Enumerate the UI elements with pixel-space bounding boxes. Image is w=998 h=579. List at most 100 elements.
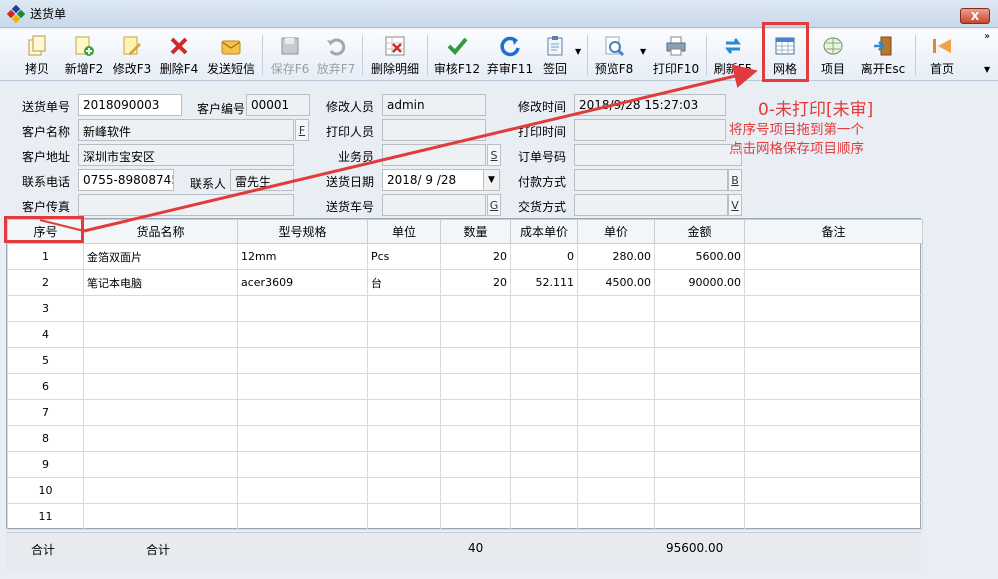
customer-name-field[interactable]: 新峰软件	[78, 119, 294, 141]
phone-field[interactable]: 0755-89808745	[78, 169, 174, 191]
table-row[interactable]: 1 金箔双面片 12mm Pcs 20 0 280.00 5600.00	[7, 243, 923, 270]
table-row[interactable]: 11	[7, 503, 923, 530]
col-header-product[interactable]: 货品名称	[83, 219, 238, 244]
print-time-field[interactable]	[574, 119, 726, 141]
modifier-field[interactable]: admin	[382, 94, 486, 116]
grid-cell[interactable]	[510, 399, 578, 426]
grid-cell[interactable]	[367, 295, 441, 322]
chevron-down-icon[interactable]: ▼	[984, 65, 990, 74]
grid-cell[interactable]	[237, 425, 368, 452]
salesman-lookup-button[interactable]: S	[487, 144, 501, 166]
grid-cell[interactable]	[83, 451, 238, 478]
vehicle-lookup-button[interactable]: G	[487, 194, 501, 216]
grid-cell[interactable]	[510, 347, 578, 374]
grid-cell[interactable]: 5	[7, 347, 84, 374]
col-header-model[interactable]: 型号规格	[237, 219, 368, 244]
table-row[interactable]: 10	[7, 477, 923, 504]
grid-cell[interactable]: 5600.00	[654, 243, 745, 270]
grid-cell[interactable]	[440, 321, 511, 348]
grid-cell[interactable]	[367, 347, 441, 374]
discard-button[interactable]: 放弃F7	[316, 31, 356, 79]
detail-grid[interactable]: 序号 货品名称 型号规格 单位 数量 成本单价 单价 金额 备注 1 金箔双面片 1…	[6, 218, 923, 530]
grid-cell[interactable]	[744, 503, 923, 530]
grid-cell[interactable]: 8	[7, 425, 84, 452]
grid-cell[interactable]	[237, 373, 368, 400]
payment-lookup-button[interactable]: B	[728, 169, 742, 191]
close-button[interactable]: X	[960, 8, 990, 24]
grid-cell[interactable]	[577, 451, 655, 478]
contact-field[interactable]: 雷先生	[230, 169, 294, 191]
grid-cell[interactable]	[440, 347, 511, 374]
grid-cell[interactable]	[83, 425, 238, 452]
delivery-date-field[interactable]: 2018/ 9 /28 ▼	[382, 169, 500, 191]
printer-field[interactable]	[382, 119, 486, 141]
col-header-seq[interactable]: 序号	[7, 219, 84, 244]
grid-cell[interactable]: 9	[7, 451, 84, 478]
grid-cell[interactable]	[237, 295, 368, 322]
col-header-cost[interactable]: 成本单价	[510, 219, 578, 244]
grid-cell[interactable]: 4	[7, 321, 84, 348]
grid-cell[interactable]	[83, 373, 238, 400]
table-row[interactable]: 2 笔记本电脑 acer3609 台 20 52.111 4500.00 90000.00	[7, 269, 923, 296]
grid-cell[interactable]: 280.00	[577, 243, 655, 270]
modify-time-field[interactable]: 2018/9/28 15:27:03	[574, 94, 726, 116]
add-button[interactable]: 新增F2	[64, 31, 104, 79]
grid-cell[interactable]	[654, 321, 745, 348]
refresh-button[interactable]: 刷新F5	[713, 31, 753, 79]
grid-cell[interactable]	[510, 321, 578, 348]
grid-cell[interactable]	[510, 373, 578, 400]
table-row[interactable]: 4	[7, 321, 923, 348]
grid-cell[interactable]: 1	[7, 243, 84, 270]
fax-field[interactable]	[78, 194, 294, 216]
chevron-down-icon[interactable]: ▼	[575, 47, 581, 56]
grid-cell[interactable]	[744, 243, 923, 270]
grid-cell[interactable]	[367, 503, 441, 530]
order-no-field[interactable]: 2018090003	[78, 94, 182, 116]
col-header-price[interactable]: 单价	[577, 219, 655, 244]
salesman-field[interactable]	[382, 144, 486, 166]
grid-cell[interactable]	[577, 503, 655, 530]
customer-no-field[interactable]: 00001	[246, 94, 310, 116]
grid-cell[interactable]	[577, 373, 655, 400]
print-button[interactable]: 打印F10	[653, 31, 699, 79]
delete-detail-button[interactable]: 删除明细	[369, 31, 421, 79]
grid-cell[interactable]	[440, 425, 511, 452]
table-row[interactable]: 3	[7, 295, 923, 322]
grid-cell[interactable]: 台	[367, 269, 441, 296]
grid-cell[interactable]	[510, 477, 578, 504]
first-page-button[interactable]: 首页	[926, 31, 958, 79]
grid-cell[interactable]: 90000.00	[654, 269, 745, 296]
grid-cell[interactable]	[654, 399, 745, 426]
grid-cell[interactable]	[577, 347, 655, 374]
customer-lookup-button[interactable]: F	[295, 119, 309, 141]
copy-button[interactable]: 拷贝	[20, 31, 54, 79]
edit-button[interactable]: 修改F3	[111, 31, 153, 79]
grid-cell[interactable]	[744, 399, 923, 426]
grid-cell[interactable]	[577, 399, 655, 426]
grid-cell[interactable]	[367, 321, 441, 348]
grid-cell[interactable]	[83, 503, 238, 530]
grid-cell[interactable]: 11	[7, 503, 84, 530]
grid-cell[interactable]: 20	[440, 269, 511, 296]
table-row[interactable]: 5	[7, 347, 923, 374]
grid-cell[interactable]: 6	[7, 373, 84, 400]
project-button[interactable]: 项目	[816, 31, 850, 79]
grid-cell[interactable]	[510, 425, 578, 452]
grid-cell[interactable]	[237, 477, 368, 504]
grid-cell[interactable]	[744, 321, 923, 348]
grid-cell[interactable]: 52.111	[510, 269, 578, 296]
col-header-unit[interactable]: 单位	[367, 219, 441, 244]
delete-button[interactable]: 删除F4	[159, 31, 199, 79]
grid-cell[interactable]: 12mm	[237, 243, 368, 270]
preview-button[interactable]: 预览F8	[594, 31, 634, 79]
grid-cell[interactable]	[440, 477, 511, 504]
grid-cell[interactable]	[744, 373, 923, 400]
vehicle-field[interactable]	[382, 194, 486, 216]
payment-field[interactable]	[574, 169, 728, 191]
grid-cell[interactable]	[510, 503, 578, 530]
grid-cell[interactable]	[654, 295, 745, 322]
grid-cell[interactable]: Pcs	[367, 243, 441, 270]
col-header-remark[interactable]: 备注	[744, 219, 923, 244]
grid-cell[interactable]	[744, 425, 923, 452]
table-row[interactable]: 7	[7, 399, 923, 426]
